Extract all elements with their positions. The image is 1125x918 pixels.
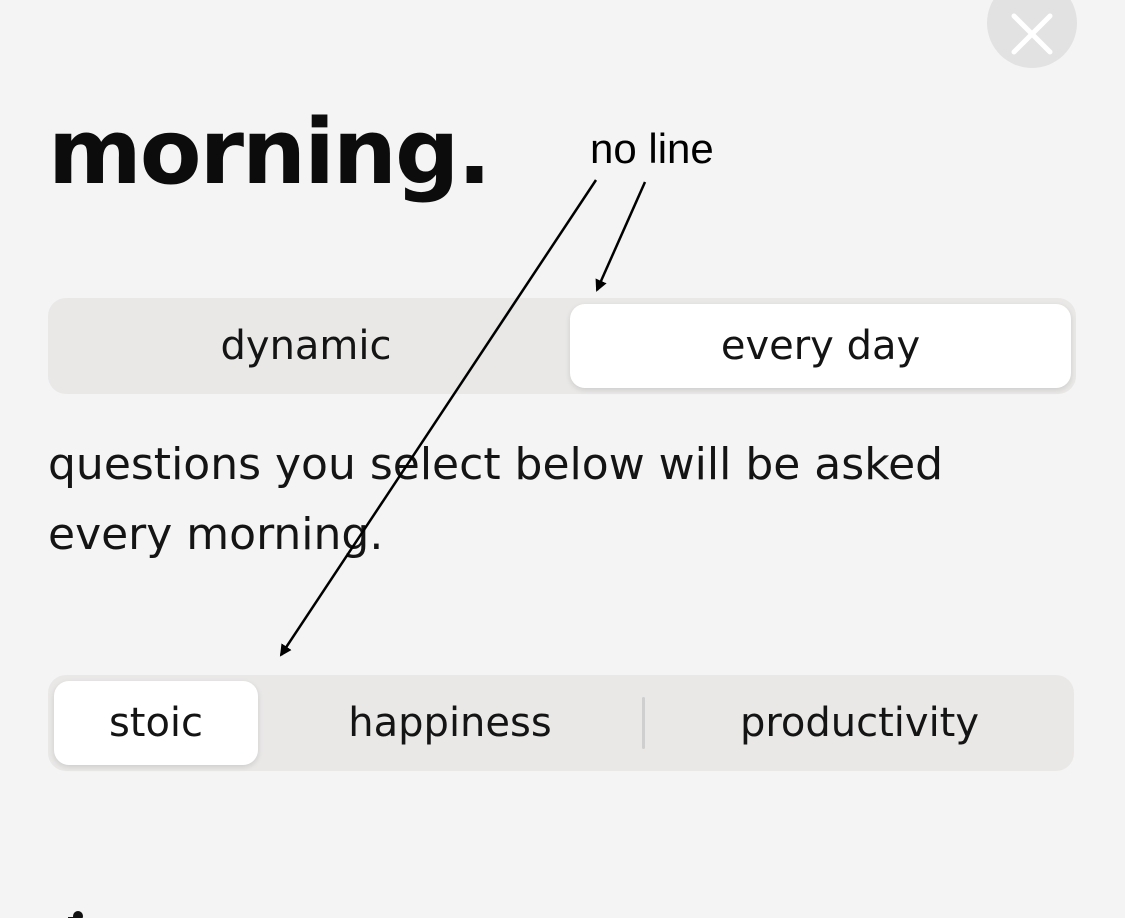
page-title: morning.	[48, 100, 492, 205]
annotation-label: no line	[590, 125, 714, 172]
close-button[interactable]	[987, 0, 1077, 68]
partial-heading-glyph	[68, 911, 83, 918]
arrow-to-stoic	[279, 179, 598, 657]
segment-stoic[interactable]: stoic	[54, 681, 258, 765]
close-icon	[1011, 13, 1053, 55]
segment-happiness[interactable]: happiness	[258, 675, 642, 771]
category-segmented-control: stoic happiness productivity	[48, 675, 1074, 771]
segment-productivity[interactable]: productivity	[645, 675, 1074, 771]
segment-every-day[interactable]: every day	[570, 304, 1071, 388]
segment-dynamic[interactable]: dynamic	[48, 298, 564, 394]
description-text: questions you select below will be asked…	[48, 439, 944, 560]
frequency-segmented-control: dynamic every day	[48, 298, 1076, 394]
arrow-to-every-day	[595, 181, 647, 292]
